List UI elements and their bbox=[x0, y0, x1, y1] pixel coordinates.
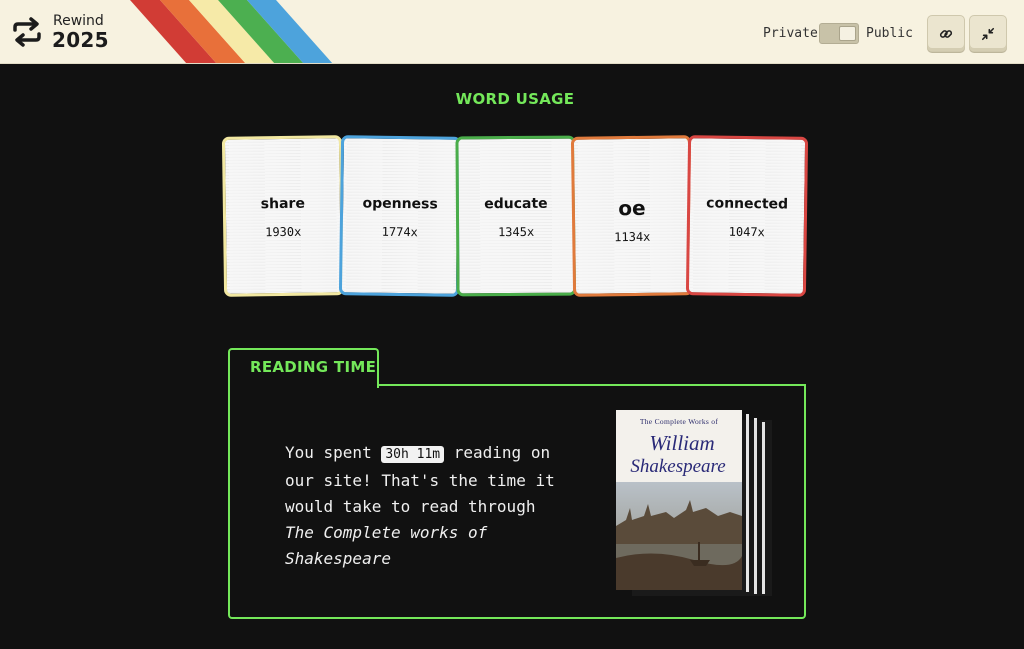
collapse-icon bbox=[981, 27, 995, 40]
word-card: connected 1047x bbox=[685, 135, 809, 297]
reading-prefix: You spent bbox=[285, 443, 382, 462]
repeat-icon bbox=[13, 17, 41, 47]
rainbow-stripes bbox=[130, 0, 333, 63]
word-text: educate bbox=[484, 195, 548, 213]
public-label: Public bbox=[866, 26, 913, 41]
word-text: share bbox=[260, 195, 306, 213]
word-usage-title: WORD USAGE bbox=[455, 90, 575, 108]
word-text: oe bbox=[618, 195, 646, 221]
word-count: 1345x bbox=[498, 224, 535, 240]
copy-link-button[interactable] bbox=[927, 15, 965, 52]
duration-badge: 30h 11m bbox=[381, 446, 445, 463]
book-name: The Complete works of Shakespeare bbox=[285, 523, 488, 568]
link-icon bbox=[939, 29, 953, 38]
book-cover-topline: The Complete Works of bbox=[640, 417, 718, 426]
private-label: Private bbox=[763, 26, 818, 41]
brand-name: Rewind bbox=[53, 13, 104, 29]
word-text: connected bbox=[706, 195, 789, 213]
toggle-knob bbox=[839, 26, 856, 41]
word-count: 1047x bbox=[728, 224, 765, 240]
header-bar: Rewind 2025 Private Public bbox=[0, 0, 1024, 64]
word-card: openness 1774x bbox=[338, 135, 462, 297]
book-cover-line1: William bbox=[649, 431, 714, 455]
word-count: 1774x bbox=[381, 224, 418, 240]
word-card: educate 1345x bbox=[455, 135, 577, 297]
book-cover-line2: Shakespeare bbox=[630, 456, 725, 477]
reading-time-text: You spent 30h 11m reading on our site! T… bbox=[285, 440, 560, 572]
word-count: 1930x bbox=[265, 224, 302, 240]
collapse-button[interactable] bbox=[969, 15, 1007, 52]
visibility-toggle[interactable] bbox=[819, 23, 859, 44]
word-count: 1134x bbox=[614, 229, 651, 245]
brand-year: 2025 bbox=[52, 28, 109, 52]
word-card: share 1930x bbox=[221, 135, 345, 297]
reading-time-title: READING TIME bbox=[250, 358, 377, 376]
word-card: oe 1134x bbox=[570, 135, 694, 297]
shakespeare-book-image: The Complete Works of William Shakespear… bbox=[616, 410, 772, 596]
word-text: openness bbox=[362, 195, 438, 213]
